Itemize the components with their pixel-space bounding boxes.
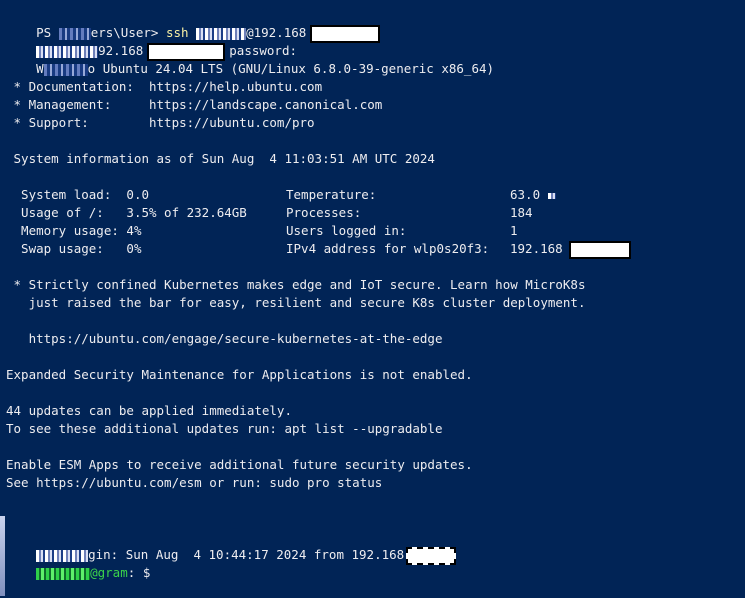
updates-line: To see these additional updates run: apt… — [6, 421, 443, 436]
temperature-value: 63.0 — [510, 187, 548, 202]
sysinfo-value: 0% — [126, 241, 142, 256]
management-link-line: * Management: https://landscape.canonica… — [6, 96, 383, 114]
support-url[interactable]: https://ubuntu.com/pro — [149, 115, 315, 130]
users-value: 1 — [510, 223, 518, 238]
support-link-line: * Support: https://ubuntu.com/pro — [6, 114, 315, 132]
sysinfo-value-right: 63.0 — [510, 186, 556, 204]
doc-label: * Documentation: — [6, 79, 149, 94]
sysinfo-key: Temperature: — [286, 187, 377, 202]
updates-line: 44 updates can be applied immediately. — [6, 403, 292, 418]
prompt-symbol: $ — [142, 565, 151, 580]
redacted-ip — [406, 546, 457, 565]
powershell-prompt-line: PS ers\User> ssh @192.168 — [6, 6, 381, 43]
k8s-line: * Strictly confined Kubernetes makes edg… — [6, 277, 586, 292]
esm-apps-line: Enable ESM Apps to receive additional fu… — [6, 457, 473, 472]
sysinfo-value-right: 192.168 — [510, 240, 631, 259]
k8s-url[interactable]: https://ubuntu.com/engage/secure-kuberne… — [6, 330, 443, 348]
sysinfo-value-right: 1 — [510, 222, 518, 240]
welcome-prefix: W — [36, 61, 44, 76]
redacted-ip — [568, 240, 631, 259]
management-url[interactable]: https://landscape.canonical.com — [149, 97, 382, 112]
shell-prompt-line: @gram: $ — [6, 546, 150, 580]
sysinfo-key: Memory usage: — [6, 223, 127, 238]
redacted-unit — [547, 192, 556, 199]
sysinfo-row-right: Users logged in: — [286, 222, 406, 240]
sysinfo-key: Usage of /: — [6, 205, 127, 220]
sysinfo-value-right: 184 — [510, 204, 533, 222]
ipv4-value: 192.168 — [510, 241, 563, 256]
prompt-host: @gram — [90, 565, 128, 580]
sysinfo-row: System load: 0.0 — [6, 186, 149, 204]
last-login-line: gin: Sun Aug 4 10:44:17 2024 from 192.16… — [6, 528, 457, 565]
esm-status-line: Expanded Security Maintenance for Applic… — [6, 367, 473, 382]
processes-value: 184 — [510, 205, 533, 220]
sysinfo-header: System information as of Sun Aug 4 11:03… — [6, 151, 435, 166]
sysinfo-value: 0.0 — [126, 187, 149, 202]
welcome-line: Wo Ubuntu 24.04 LTS (GNU/Linux 6.8.0-39-… — [6, 42, 494, 76]
scrollbar-edge — [0, 516, 5, 596]
sysinfo-row-right: Temperature: — [286, 186, 376, 204]
doc-link-line: * Documentation: https://help.ubuntu.com — [6, 78, 323, 96]
doc-url[interactable]: https://help.ubuntu.com — [149, 79, 322, 94]
sysinfo-row-right: Processes: — [286, 204, 361, 222]
sysinfo-row: Usage of /: 3.5% of 232.64GB — [6, 204, 247, 222]
k8s-line: just raised the bar for easy, resilient … — [6, 295, 586, 310]
sysinfo-key: System load: — [6, 187, 127, 202]
redacted-username — [36, 567, 91, 580]
welcome-text: o Ubuntu 24.04 LTS (GNU/Linux 6.8.0-39-g… — [87, 61, 495, 76]
support-label: * Support: — [6, 115, 149, 130]
sysinfo-row: Memory usage: 4% — [6, 222, 141, 240]
redacted-ip — [310, 24, 381, 43]
sysinfo-row: Swap usage: 0% — [6, 240, 141, 258]
sysinfo-key: Processes: — [286, 205, 362, 220]
redacted-text — [43, 63, 88, 76]
prompt-separator: : — [127, 565, 143, 580]
management-label: * Management: — [6, 97, 149, 112]
sysinfo-key: Swap usage: — [6, 241, 127, 256]
sysinfo-value: 4% — [126, 223, 142, 238]
sysinfo-value: 3.5% of 232.64GB — [126, 205, 247, 220]
sysinfo-row-right: IPv4 address for wlp0s20f3: — [286, 240, 489, 258]
esm-apps-line: See https://ubuntu.com/esm or run: sudo … — [6, 475, 383, 490]
sysinfo-key: IPv4 address for wlp0s20f3: — [286, 241, 490, 256]
terminal-window[interactable]: PS ers\User> ssh @192.168 92.168 password… — [0, 0, 745, 598]
password-line: 92.168 password: — [6, 24, 297, 61]
sysinfo-key: Users logged in: — [286, 223, 407, 238]
